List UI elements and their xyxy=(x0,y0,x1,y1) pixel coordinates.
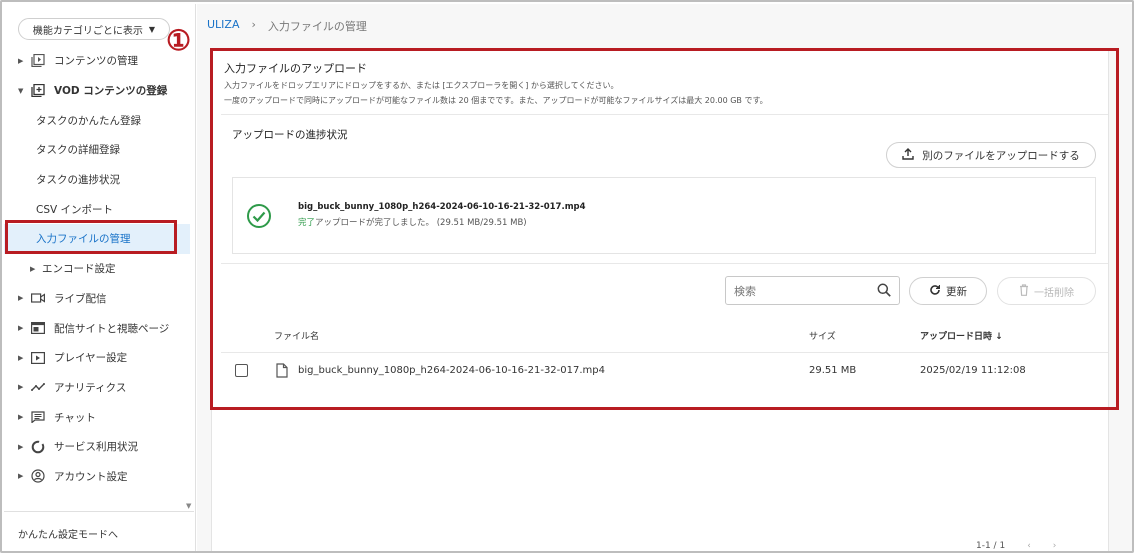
sidebar-item-contents[interactable]: ▶ コンテンツの管理 xyxy=(4,46,190,76)
collapse-icon: ▼ xyxy=(18,86,24,95)
sidebar-item-label: タスクのかんたん登録 xyxy=(36,114,141,127)
category-select[interactable]: 機能カテゴリごとに表示 ▼ xyxy=(18,18,170,40)
breadcrumb: ULIZA › 入力ファイルの管理 xyxy=(207,18,367,34)
sidebar-item-analytics[interactable]: ▶ アナリティクス xyxy=(4,373,190,403)
pagination-range: 1-1 / 1 xyxy=(976,541,1006,551)
content-icon xyxy=(30,54,46,68)
prev-page-button[interactable]: ‹ xyxy=(1027,541,1031,551)
app-frame: 機能カテゴリごとに表示 ▼ ▶ コンテンツの管理 ▼ VOD コンテンツの登録 … xyxy=(0,0,1134,553)
sidebar-item-task-progress[interactable]: タスクの進捗状況 xyxy=(4,165,190,195)
sidebar-item-label: VOD コンテンツの登録 xyxy=(54,85,168,98)
sidebar-scrollbar[interactable]: ▼ xyxy=(186,4,194,510)
sidebar-item-delivery-sites[interactable]: ▶ 配信サイトと視聴ページ xyxy=(4,313,190,343)
sidebar-item-vod-register[interactable]: ▼ VOD コンテンツの登録 xyxy=(4,76,190,106)
sidebar-item-label: チャット xyxy=(54,411,96,424)
expand-icon: ▶ xyxy=(18,472,24,481)
breadcrumb-separator: › xyxy=(251,18,256,31)
expand-icon: ▶ xyxy=(18,56,24,65)
expand-icon: ▶ xyxy=(18,442,24,451)
category-select-label: 機能カテゴリごとに表示 xyxy=(32,25,143,37)
sidebar-item-account[interactable]: ▶ アカウント設定 xyxy=(4,462,190,492)
sidebar-item-label: ライブ配信 xyxy=(54,292,107,305)
sidebar-item-label: エンコード設定 xyxy=(42,263,116,276)
chat-icon xyxy=(30,410,46,424)
expand-icon: ▶ xyxy=(30,264,36,273)
sidebar: 機能カテゴリごとに表示 ▼ ▶ コンテンツの管理 ▼ VOD コンテンツの登録 … xyxy=(4,4,196,551)
sidebar-item-label: タスクの詳細登録 xyxy=(36,144,120,157)
expand-icon: ▶ xyxy=(18,294,24,303)
scroll-down-icon[interactable]: ▼ xyxy=(186,502,191,510)
sidebar-item-label: コンテンツの管理 xyxy=(54,55,138,68)
expand-icon: ▶ xyxy=(18,413,24,422)
sidebar-item-usage[interactable]: ▶ サービス利用状況 xyxy=(4,432,190,462)
sidebar-item-chat[interactable]: ▶ チャット xyxy=(4,402,190,432)
vod-add-icon xyxy=(30,84,46,98)
breadcrumb-root[interactable]: ULIZA xyxy=(207,18,239,34)
sidebar-item-label: 配信サイトと視聴ページ xyxy=(54,322,170,335)
chevron-down-icon: ▼ xyxy=(148,24,156,34)
sidebar-item-label: アカウント設定 xyxy=(54,470,128,483)
sidebar-item-live[interactable]: ▶ ライブ配信 xyxy=(4,284,190,314)
player-icon xyxy=(30,351,46,365)
next-page-button[interactable]: › xyxy=(1053,541,1057,551)
video-camera-icon xyxy=(30,291,46,305)
expand-icon: ▶ xyxy=(18,353,24,362)
expand-icon: ▶ xyxy=(18,383,24,392)
usage-donut-icon xyxy=(30,440,46,454)
sidebar-item-detail-task[interactable]: タスクの詳細登録 xyxy=(4,135,190,165)
annotation-number: ① xyxy=(166,24,192,57)
breadcrumb-current: 入力ファイルの管理 xyxy=(267,20,367,33)
sidebar-item-label: アナリティクス xyxy=(54,381,127,394)
sidebar-item-label: サービス利用状況 xyxy=(54,441,138,454)
sidebar-item-label: タスクの進捗状況 xyxy=(36,174,120,187)
web-page-icon xyxy=(30,321,46,335)
sidebar-item-label: CSV インポート xyxy=(36,203,114,216)
sidebar-item-easy-task[interactable]: タスクのかんたん登録 xyxy=(4,105,190,135)
sidebar-divider xyxy=(4,511,194,512)
analytics-icon xyxy=(30,380,46,394)
highlight-box-upload xyxy=(210,48,1119,410)
sidebar-item-player[interactable]: ▶ プレイヤー設定 xyxy=(4,343,190,373)
account-icon xyxy=(30,469,46,484)
simple-mode-link[interactable]: かんたん設定モードへ xyxy=(18,526,118,541)
pagination: 1-1 / 1 ‹ › xyxy=(976,541,1056,551)
sidebar-nav: ▶ コンテンツの管理 ▼ VOD コンテンツの登録 タスクのかんたん登録 タスク… xyxy=(4,46,190,491)
sidebar-item-encode-settings[interactable]: ▶ エンコード設定 xyxy=(4,254,190,284)
highlight-box-sidebar xyxy=(5,220,177,254)
sidebar-item-label: プレイヤー設定 xyxy=(54,352,128,365)
expand-icon: ▶ xyxy=(18,324,24,333)
